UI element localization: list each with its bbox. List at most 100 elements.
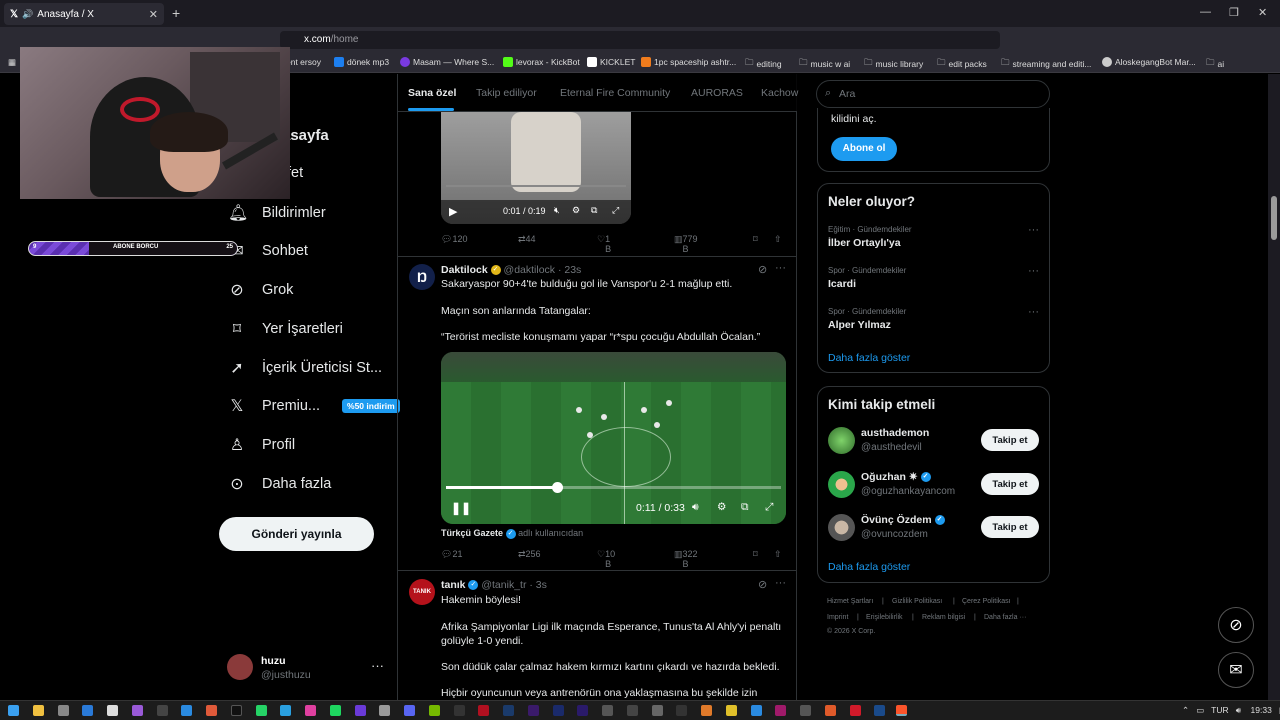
search-input[interactable]: ⌕ Ara bbox=[816, 80, 1050, 108]
tweet-time[interactable]: · 3s bbox=[529, 579, 547, 591]
suggestion-name[interactable]: Övünç Özdem ✓ bbox=[861, 514, 945, 526]
start-icon[interactable] bbox=[8, 705, 19, 716]
repost-button[interactable]: ⇄ 256 bbox=[518, 549, 541, 560]
grok-icon[interactable]: ⊘ bbox=[758, 263, 767, 276]
scrollbar-thumb[interactable] bbox=[1271, 196, 1277, 240]
show-more-link[interactable]: Daha fazla göster bbox=[828, 352, 910, 364]
tab-community[interactable]: Eternal Fire Community bbox=[560, 87, 670, 99]
scrollbar[interactable] bbox=[1268, 74, 1280, 700]
app-icon[interactable] bbox=[206, 705, 217, 716]
nvidia-icon[interactable] bbox=[429, 705, 440, 716]
messages-fab[interactable]: ✉ bbox=[1218, 652, 1254, 688]
video-source[interactable]: Türkçü Gazete ✓ adlı kullanıcıdan bbox=[441, 528, 583, 539]
minimize-icon[interactable]: — bbox=[1200, 6, 1211, 18]
media-encoder-icon[interactable] bbox=[528, 705, 539, 716]
audition-icon[interactable] bbox=[553, 705, 564, 716]
app-icon[interactable] bbox=[181, 705, 192, 716]
nav-notifications[interactable]: 🔔︎ Bildirimler bbox=[228, 203, 326, 223]
app-icon[interactable] bbox=[627, 705, 638, 716]
more-icon[interactable]: ··· bbox=[1028, 265, 1039, 277]
app-icon[interactable] bbox=[58, 705, 69, 716]
app-icon[interactable] bbox=[800, 705, 811, 716]
tweet-time[interactable]: · 23s bbox=[558, 264, 581, 276]
play-icon[interactable]: ▶ bbox=[449, 205, 457, 218]
avatar[interactable]: TANIK bbox=[409, 579, 435, 605]
close-window-icon[interactable]: ✕ bbox=[1258, 6, 1267, 19]
fullscreen-icon[interactable]: ⤢ bbox=[765, 501, 773, 514]
nav-more[interactable]: ⊙ Daha fazla bbox=[228, 474, 331, 494]
reply-button[interactable]: 💬︎ 120 bbox=[441, 234, 467, 245]
url-field[interactable]: x.com/home bbox=[280, 31, 1000, 49]
discord-icon[interactable] bbox=[404, 705, 415, 716]
footer-link[interactable]: Daha fazla ··· bbox=[984, 614, 1026, 621]
grok-fab[interactable]: ⊘ bbox=[1218, 607, 1254, 643]
pip-icon[interactable]: ⧉ bbox=[591, 205, 597, 216]
language-indicator[interactable]: TUR bbox=[1211, 705, 1228, 715]
bookmark-item[interactable]: dönek mp3 bbox=[334, 57, 389, 67]
maximize-icon[interactable]: ❐ bbox=[1229, 6, 1239, 19]
bookmark-item[interactable]: Masam — Where S... bbox=[400, 57, 494, 67]
app-icon[interactable] bbox=[726, 705, 737, 716]
grok-icon[interactable]: ⊘ bbox=[758, 578, 767, 591]
post-button[interactable]: Gönderi yayınla bbox=[219, 517, 374, 551]
footer-link[interactable]: Imprint bbox=[827, 614, 848, 621]
reply-button[interactable]: 💬︎ 21 bbox=[441, 549, 462, 560]
bookmark-folder[interactable]: 🗀 streaming and editi... bbox=[1001, 57, 1091, 71]
app-icon[interactable] bbox=[602, 705, 613, 716]
app-icon[interactable] bbox=[280, 705, 291, 716]
tab-following[interactable]: Takip ediliyor bbox=[476, 87, 537, 99]
more-icon[interactable]: ··· bbox=[1028, 306, 1039, 318]
video-progress[interactable] bbox=[446, 482, 781, 493]
show-more-link[interactable]: Daha fazla göster bbox=[828, 561, 910, 573]
nav-premium[interactable]: 𝕏 Premiu... %50 indirim bbox=[228, 396, 400, 416]
video-player[interactable]: ❚❚ 0:11 / 0:33 🔊︎ ⚙ ⧉ ⤢ bbox=[441, 352, 786, 524]
bookmark-item[interactable]: levorax - KickBot bbox=[503, 57, 580, 67]
more-icon[interactable]: ··· bbox=[1028, 224, 1039, 236]
video-progress[interactable] bbox=[446, 185, 626, 187]
photoshop-icon[interactable] bbox=[503, 705, 514, 716]
bookmark-item[interactable]: KICKLET bbox=[587, 57, 635, 67]
spotify-icon[interactable] bbox=[330, 705, 341, 716]
app-icon[interactable] bbox=[652, 705, 663, 716]
tab-auroras[interactable]: AURORAS bbox=[691, 87, 743, 99]
repost-button[interactable]: ⇄ 44 bbox=[518, 234, 536, 245]
app-icon[interactable] bbox=[751, 705, 762, 716]
footer-link[interactable]: Gizlilik Politikası bbox=[892, 598, 942, 605]
bookmark-icon[interactable]: ⌑ bbox=[753, 549, 758, 560]
bookmark-folder[interactable]: 🗀 edit packs bbox=[937, 57, 987, 71]
follow-button[interactable]: Takip et bbox=[981, 429, 1039, 451]
app-icon[interactable] bbox=[676, 705, 687, 716]
app-icon[interactable] bbox=[825, 705, 836, 716]
app-icon[interactable] bbox=[355, 705, 366, 716]
browser-tab[interactable]: 𝕏 🔊 Anasayfa / X ✕ bbox=[4, 3, 164, 25]
tab-kachow[interactable]: Kachow bbox=[761, 87, 798, 99]
settings-icon[interactable]: ⚙ bbox=[717, 501, 726, 513]
close-tab-icon[interactable]: ✕ bbox=[149, 8, 158, 21]
volume-icon[interactable]: 🔊︎ bbox=[692, 501, 699, 514]
brave-icon[interactable] bbox=[896, 705, 907, 716]
follow-button[interactable]: Takip et bbox=[981, 516, 1039, 538]
premiere-icon[interactable] bbox=[577, 705, 588, 716]
suggestion-name[interactable]: austhademon bbox=[861, 427, 929, 439]
mute-icon[interactable]: 🔇︎ bbox=[554, 205, 560, 216]
tiktok-icon[interactable] bbox=[231, 705, 242, 716]
footer-link[interactable]: Erişilebilirlik bbox=[866, 614, 903, 621]
bookmark-item[interactable]: 1pc spaceship ashtr... bbox=[641, 57, 736, 67]
author-handle[interactable]: @daktilock bbox=[504, 264, 556, 276]
settings-icon[interactable]: ⚙ bbox=[572, 205, 580, 216]
steam-icon[interactable] bbox=[874, 705, 885, 716]
like-button[interactable]: ♡ 1 B bbox=[597, 234, 611, 254]
footer-link[interactable]: Çerez Politikası bbox=[962, 598, 1011, 605]
new-tab-button[interactable]: + bbox=[172, 5, 180, 21]
video-player[interactable]: ▶ 0:01 / 0:19 🔇︎ ⚙ ⧉ ⤢ bbox=[441, 112, 631, 224]
bookmark-item[interactable]: AloskegangBot Mar... bbox=[1102, 57, 1196, 67]
footer-link[interactable]: Hizmet Şartları bbox=[827, 598, 873, 605]
bookmark-folder[interactable]: 🗀 ai bbox=[1206, 57, 1224, 71]
share-icon[interactable]: ⇧ bbox=[774, 234, 782, 245]
nav-chat[interactable]: ✉Sohbet bbox=[228, 241, 308, 261]
app-icon[interactable] bbox=[454, 705, 465, 716]
author-name[interactable]: Daktilock bbox=[441, 264, 488, 276]
app-icon[interactable] bbox=[775, 705, 786, 716]
app-icon[interactable] bbox=[850, 705, 861, 716]
like-button[interactable]: ♡ 10 B bbox=[597, 549, 615, 569]
